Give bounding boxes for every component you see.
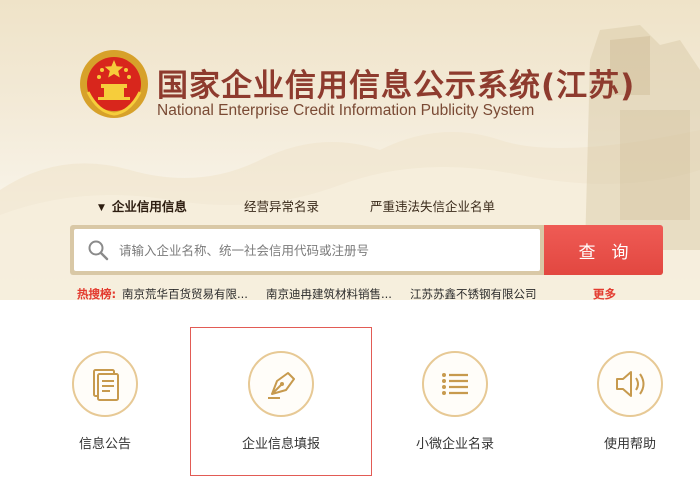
hot-search-item[interactable]: 南京荒华百货贸易有限... [122, 286, 248, 300]
pen-nib-icon [268, 372, 295, 399]
search-input[interactable] [119, 230, 540, 270]
search-icon [88, 240, 109, 261]
speaker-help-icon [616, 371, 645, 397]
search-button[interactable]: 查询 [544, 225, 663, 275]
service-icon-circle [597, 351, 663, 417]
header-banner: 国家企业信用信息公示系统(江苏) National Enterprise Cre… [0, 0, 700, 300]
hot-search-bar: 热搜榜: 南京荒华百货贸易有限... 南京迪冉建筑材料销售... 江苏苏鑫不锈钢… [77, 286, 637, 300]
tab-serious-violation-list[interactable]: 严重违法失信企业名单 [370, 196, 495, 215]
service-icon-circle [72, 351, 138, 417]
list-icon [442, 373, 468, 395]
service-enterprise-info-report[interactable]: 企业信息填报 [206, 320, 356, 480]
tab-abnormal-operation-list[interactable]: 经营异常名录 [244, 196, 319, 215]
tab-label: 经营异常名录 [244, 199, 320, 214]
hot-search-item[interactable]: 南京迪冉建筑材料销售... [266, 286, 392, 300]
national-emblem-icon [80, 50, 148, 118]
service-label: 信息公告 [78, 437, 131, 452]
service-label: 小微企业名录 [415, 437, 494, 452]
service-label: 企业信息填报 [241, 437, 320, 452]
notice-document-icon [93, 369, 119, 401]
site-title: 国家企业信用信息公示系统(江苏) [157, 68, 636, 104]
service-icon-circle [422, 351, 488, 417]
tab-enterprise-credit-info[interactable]: ▼ 企业信用信息 [98, 196, 187, 215]
service-label: 使用帮助 [603, 437, 656, 452]
service-icon-circle [248, 351, 314, 417]
tab-label: 企业信用信息 [111, 199, 187, 214]
search-field-container [74, 229, 540, 271]
hot-search-label: 热搜榜: [77, 287, 117, 300]
service-info-notice[interactable]: 信息公告 [30, 320, 180, 480]
service-shortcuts: 信息公告 企业信息填报 小微企业名录 使用帮助 [0, 320, 700, 489]
hot-search-more-link[interactable]: 更多 [593, 286, 616, 300]
caret-down-icon: ▼ [98, 203, 105, 213]
site-subtitle: National Enterprise Credit Information P… [157, 102, 535, 119]
search-bar: 查询 [70, 225, 663, 275]
tab-label: 严重违法失信企业名单 [370, 199, 496, 214]
service-small-micro-list[interactable]: 小微企业名录 [380, 320, 530, 480]
service-usage-help[interactable]: 使用帮助 [555, 320, 700, 480]
hot-search-item[interactable]: 江苏苏鑫不锈钢有限公司 [410, 286, 537, 300]
